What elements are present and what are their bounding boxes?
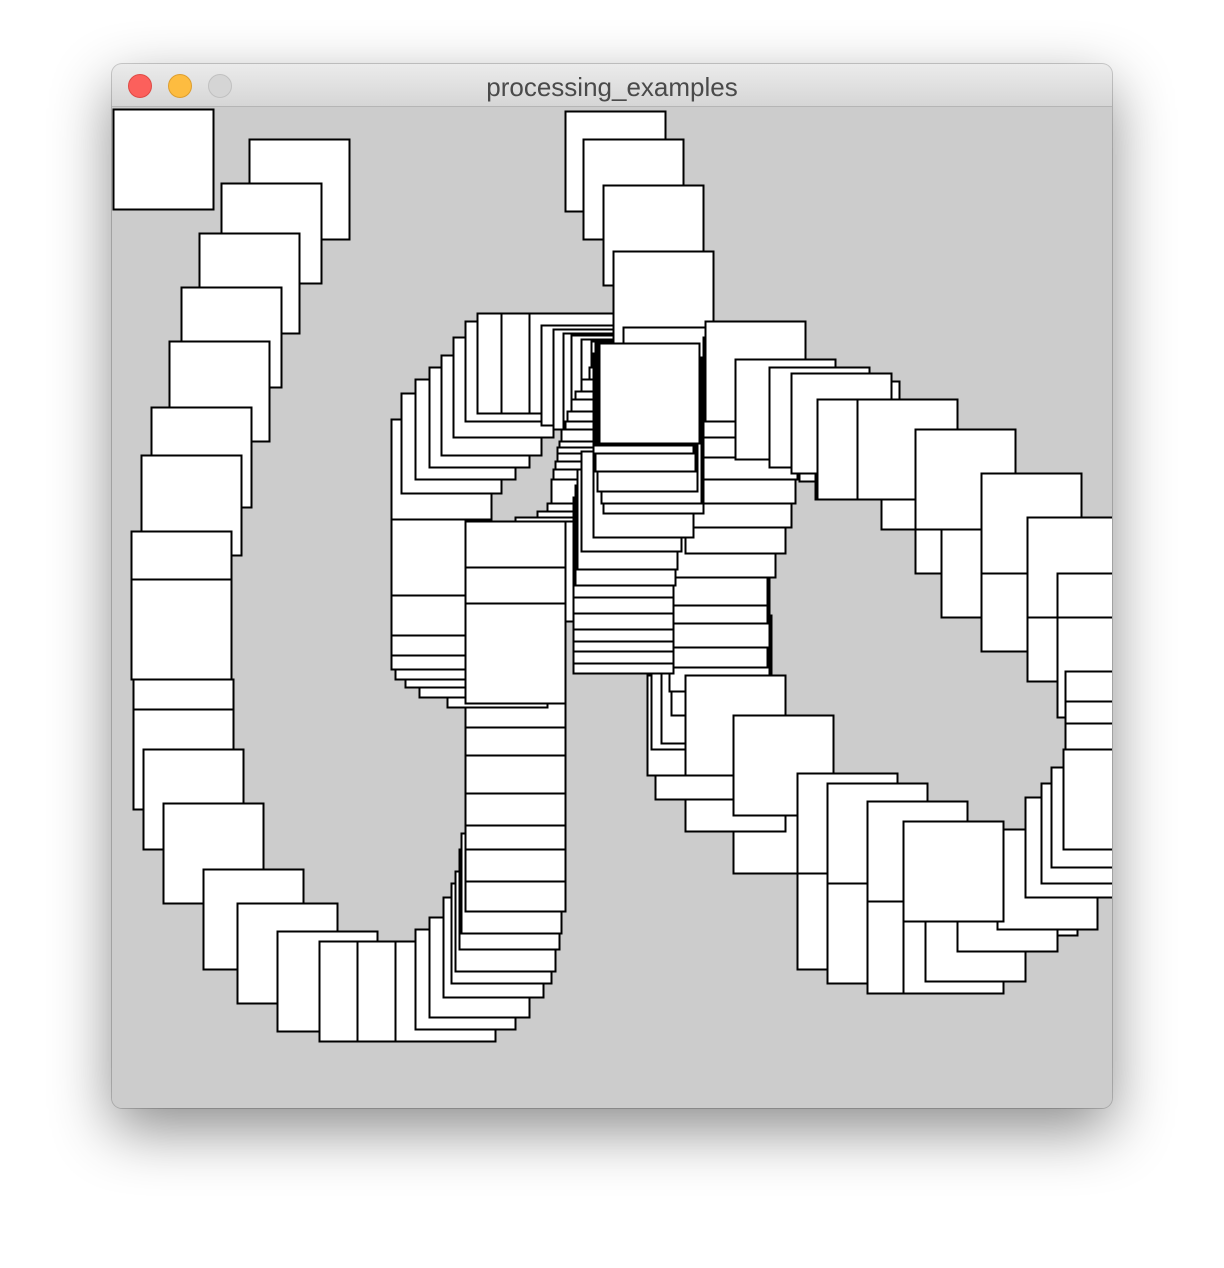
- square-shape: [902, 820, 1005, 923]
- square-shape: [112, 108, 215, 211]
- sketch-drawing: [112, 108, 1112, 1043]
- title-bar[interactable]: processing_examples: [112, 64, 1112, 107]
- square-shape: [598, 342, 701, 445]
- sketch-canvas[interactable]: [112, 108, 1112, 1108]
- square-shape: [464, 602, 567, 705]
- app-window: processing_examples: [112, 64, 1112, 1108]
- square-shape: [1062, 748, 1112, 851]
- square-shape: [130, 578, 233, 681]
- window-title: processing_examples: [486, 72, 738, 102]
